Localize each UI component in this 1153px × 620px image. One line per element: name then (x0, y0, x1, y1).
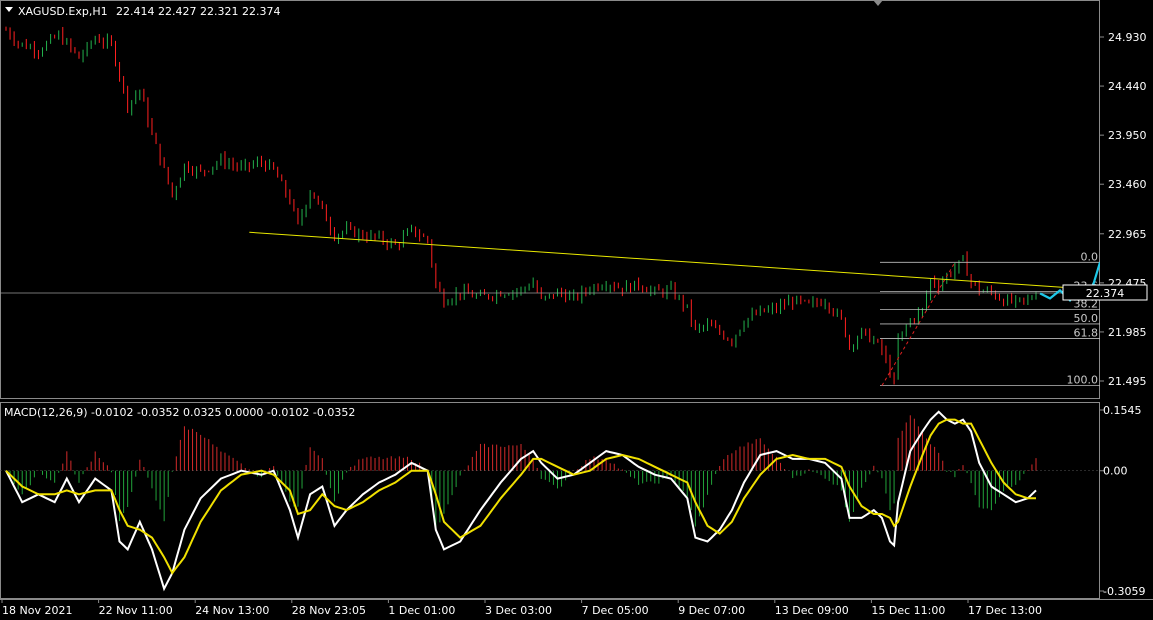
dropdown-triangle-icon[interactable] (5, 7, 13, 12)
time-tick-label: 1 Dec 01:00 (388, 604, 455, 617)
macd-tick-label: 0.00 (1103, 465, 1128, 478)
price-tick-label: 21.495 (1108, 375, 1147, 388)
macd-tick-label: -0.3059 (1103, 585, 1145, 598)
time-tick-label: 18 Nov 2021 (2, 604, 72, 617)
fib-level-label: 61.8 (1074, 326, 1099, 339)
time-tick-label: 13 Dec 09:00 (775, 604, 849, 617)
time-tick-label: 3 Dec 03:00 (485, 604, 552, 617)
macd-label: MACD(12,26,9) -0.0102 -0.0352 0.0325 0.0… (4, 406, 355, 419)
macd-panel-frame (0, 402, 1100, 599)
fib-level-label: 50.0 (1074, 312, 1099, 325)
time-tick-label: 15 Dec 11:00 (871, 604, 945, 617)
current-price-value: 22.374 (1086, 287, 1125, 300)
ohlc-values: 22.414 22.427 22.321 22.374 (116, 5, 280, 18)
price-tick-label: 23.460 (1108, 178, 1147, 191)
price-tick-label: 21.985 (1108, 326, 1147, 339)
trend-line[interactable] (249, 231, 1095, 291)
time-tick-label: 24 Nov 13:00 (195, 604, 269, 617)
macd-panel (0, 410, 1100, 592)
price-tick-label: 24.930 (1108, 31, 1147, 44)
time-tick-label: 7 Dec 05:00 (582, 604, 649, 617)
price-tick-label: 23.950 (1108, 129, 1147, 142)
time-tick-label: 28 Nov 23:05 (292, 604, 366, 617)
time-tick-label: 17 Dec 13:00 (968, 604, 1042, 617)
symbol-label: XAGUSD.Exp,H1 (18, 5, 108, 18)
price-panel: 0.023.638.250.061.8100.0 (0, 26, 1100, 387)
fib-level-label: 0.0 (1081, 250, 1099, 263)
time-tick-label: 22 Nov 11:00 (99, 604, 173, 617)
price-tick-label: 24.440 (1108, 80, 1147, 93)
price-tick-label: 22.965 (1108, 228, 1147, 241)
scroll-marker-icon[interactable] (873, 0, 883, 6)
chart-canvas[interactable]: 0.023.638.250.061.8100.0 24.93024.44023.… (0, 0, 1153, 620)
macd-tick-label: 0.1545 (1103, 404, 1142, 417)
time-tick-label: 9 Dec 07:00 (678, 604, 745, 617)
fib-level-label: 100.0 (1067, 374, 1099, 387)
